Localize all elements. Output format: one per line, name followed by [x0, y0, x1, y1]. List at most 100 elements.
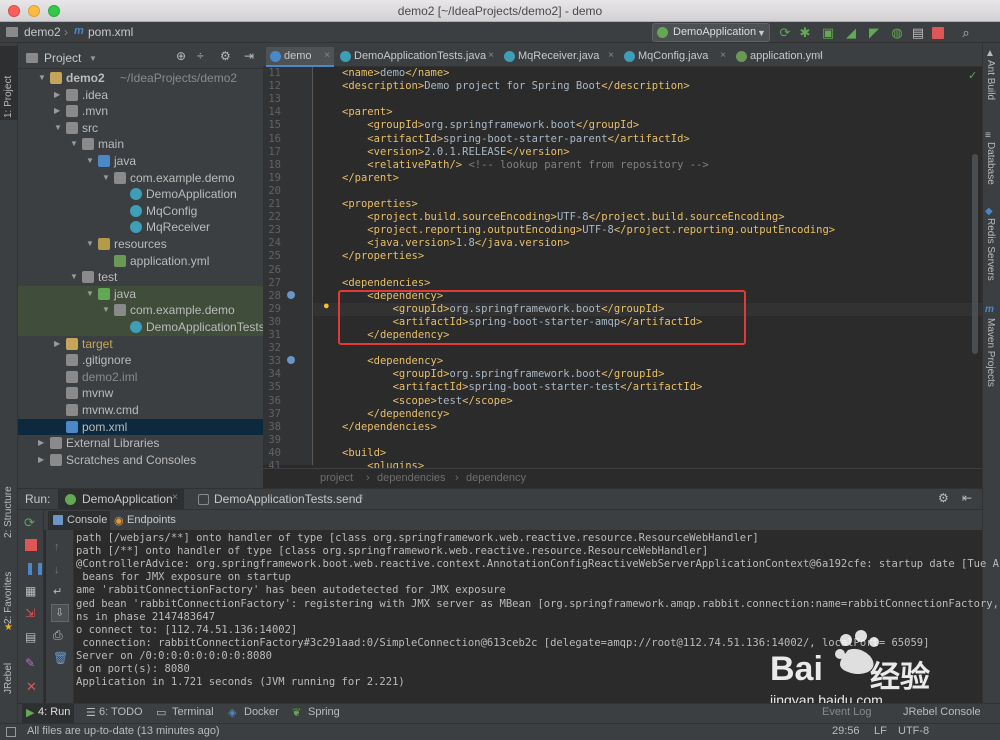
- tree-item[interactable]: ▼ com.example.demo: [18, 302, 263, 319]
- chevron-down-icon[interactable]: ▼: [54, 120, 62, 136]
- tree-item[interactable]: ▼ test: [18, 269, 263, 286]
- dump-threads-icon[interactable]: ▦: [25, 584, 36, 598]
- editor-breadcrumb-item[interactable]: dependencies: [377, 472, 446, 484]
- tree-item[interactable]: ▼ demo2 ~/IdeaProjects/demo2: [18, 70, 263, 87]
- editor-tab[interactable]: MqReceiver.java ×: [500, 47, 618, 67]
- gear-icon[interactable]: ⚙: [220, 49, 231, 63]
- tree-item[interactable]: ▶ target: [18, 336, 263, 353]
- tree-item[interactable]: mvnw.cmd: [18, 402, 263, 419]
- toolwindows-toggle-icon[interactable]: [6, 727, 16, 737]
- close-icon[interactable]: ×: [720, 47, 726, 65]
- tree-item[interactable]: MqReceiver: [18, 219, 263, 236]
- database-toolwindow-button[interactable]: Database: [985, 142, 996, 194]
- chevron-down-icon[interactable]: ▼: [86, 286, 94, 302]
- jrebel-toolwindow-button[interactable]: JRebel: [3, 648, 14, 694]
- layout-icon[interactable]: ▤: [25, 630, 36, 644]
- print-icon[interactable]: ⎙: [53, 628, 63, 643]
- tree-item[interactable]: ▶ Scratches and Consoles: [18, 452, 263, 469]
- maven-projects-toolwindow-button[interactable]: Maven Projects: [985, 318, 996, 398]
- jrebel-run-icon[interactable]: ◢: [843, 25, 859, 41]
- nav-crumb-project[interactable]: demo2: [24, 25, 61, 39]
- tree-item[interactable]: pom.xml: [18, 418, 263, 436]
- editor-tab[interactable]: MqConfig.java ×: [620, 47, 730, 67]
- endpoints-tab[interactable]: Endpoints: [127, 514, 176, 526]
- chevron-down-icon[interactable]: ▼: [70, 269, 78, 285]
- run-tab-label[interactable]: DemoApplicationTests.send: [214, 492, 362, 506]
- nav-crumb-file[interactable]: pom.xml: [88, 25, 133, 39]
- tree-item[interactable]: ▼ resources: [18, 236, 263, 253]
- gutter-dependency-icon[interactable]: [287, 356, 295, 364]
- rerun-icon[interactable]: ⟳: [24, 515, 35, 531]
- tree-item[interactable]: ▼ java: [18, 153, 263, 170]
- search-icon[interactable]: ⌕: [958, 25, 974, 41]
- ant-build-toolwindow-button[interactable]: Ant Build: [985, 60, 996, 116]
- redis-servers-toolwindow-button[interactable]: Redis Servers: [985, 218, 996, 290]
- chevron-right-icon[interactable]: ▶: [54, 87, 60, 103]
- tree-item[interactable]: ▶ .idea: [18, 87, 263, 104]
- profile-icon[interactable]: ◍: [889, 25, 905, 41]
- close-icon[interactable]: ×: [324, 47, 330, 65]
- tree-item[interactable]: MqConfig: [18, 203, 263, 220]
- pin-icon[interactable]: ✎: [25, 656, 35, 670]
- chevron-right-icon[interactable]: ▶: [38, 452, 44, 468]
- rerun-icon[interactable]: ⟳: [777, 25, 793, 41]
- chevron-down-icon[interactable]: ▼: [38, 70, 46, 86]
- tree-item[interactable]: mvnw: [18, 385, 263, 402]
- lightbulb-icon[interactable]: ●: [323, 300, 330, 312]
- close-icon[interactable]: ×: [172, 492, 178, 503]
- todo-toolwindow-button[interactable]: 6: TODO: [99, 706, 143, 718]
- cursor-position[interactable]: 29:56: [832, 725, 860, 737]
- stop-icon[interactable]: [25, 539, 37, 551]
- close-icon[interactable]: ✕: [26, 679, 37, 695]
- project-view-select[interactable]: Project: [44, 51, 81, 65]
- chevron-down-icon[interactable]: ▼: [70, 136, 78, 152]
- run-configuration-select[interactable]: DemoApplication: [652, 23, 770, 42]
- editor-breadcrumb-item[interactable]: project: [320, 472, 353, 484]
- tree-item[interactable]: .gitignore: [18, 352, 263, 369]
- gutter-dependency-icon[interactable]: [287, 291, 295, 299]
- exit-icon[interactable]: ⇲: [25, 606, 35, 620]
- tree-item[interactable]: DemoApplication: [18, 186, 263, 203]
- tree-item[interactable]: ▼ com.example.demo: [18, 170, 263, 187]
- tree-item[interactable]: ▼ src: [18, 120, 263, 137]
- tree-item[interactable]: ▼ java: [18, 285, 263, 303]
- close-icon[interactable]: ×: [358, 492, 364, 503]
- event-log-button[interactable]: Event Log: [822, 706, 872, 718]
- chevron-down-icon[interactable]: ▼: [89, 54, 97, 63]
- close-icon[interactable]: ×: [488, 47, 494, 65]
- arrow-up-icon[interactable]: ↑: [54, 541, 60, 553]
- tree-item[interactable]: ▶ .mvn: [18, 103, 263, 120]
- chevron-down-icon[interactable]: ▼: [102, 170, 110, 186]
- tree-item[interactable]: application.yml: [18, 253, 263, 270]
- coverage-icon[interactable]: ▣: [820, 25, 836, 41]
- chevron-right-icon[interactable]: ▶: [54, 103, 60, 119]
- soft-wrap-icon[interactable]: ↵: [53, 585, 62, 598]
- locate-icon[interactable]: ⊕: [176, 49, 186, 63]
- chevron-right-icon[interactable]: ▶: [38, 435, 44, 451]
- close-icon[interactable]: ×: [816, 47, 822, 65]
- tree-item[interactable]: demo2.iml: [18, 369, 263, 386]
- collapse-all-icon[interactable]: ÷: [197, 49, 204, 63]
- file-encoding[interactable]: UTF-8: [898, 725, 929, 737]
- editor-tab[interactable]: DemoApplicationTests.java ×: [336, 47, 498, 67]
- debug-icon[interactable]: ✱: [797, 25, 813, 41]
- editor-breadcrumb-item[interactable]: dependency: [466, 472, 526, 484]
- editor-tab[interactable]: demo ×: [266, 47, 334, 67]
- close-icon[interactable]: ×: [608, 47, 614, 65]
- structure-toolwindow-button[interactable]: 2: Structure: [3, 478, 14, 538]
- tree-item[interactable]: ▼ main: [18, 136, 263, 153]
- gear-icon[interactable]: ⚙: [938, 491, 949, 505]
- docker-toolwindow-button[interactable]: Docker: [244, 706, 279, 718]
- chevron-right-icon[interactable]: ▶: [54, 336, 60, 352]
- arrow-down-icon[interactable]: ↓: [54, 564, 60, 576]
- spring-toolwindow-button[interactable]: Spring: [308, 706, 340, 718]
- hide-panel-icon[interactable]: ⇥: [244, 49, 254, 63]
- editor-scrollbar[interactable]: [972, 154, 978, 354]
- pause-icon[interactable]: ❚❚: [25, 561, 45, 575]
- jrebel-console-button[interactable]: JRebel Console: [903, 706, 981, 718]
- chevron-down-icon[interactable]: ▼: [86, 153, 94, 169]
- tree-item[interactable]: ▶ External Libraries: [18, 435, 263, 452]
- line-separator[interactable]: LF: [874, 725, 887, 737]
- attach-icon[interactable]: ▤: [910, 25, 926, 41]
- chevron-down-icon[interactable]: ▼: [102, 302, 110, 318]
